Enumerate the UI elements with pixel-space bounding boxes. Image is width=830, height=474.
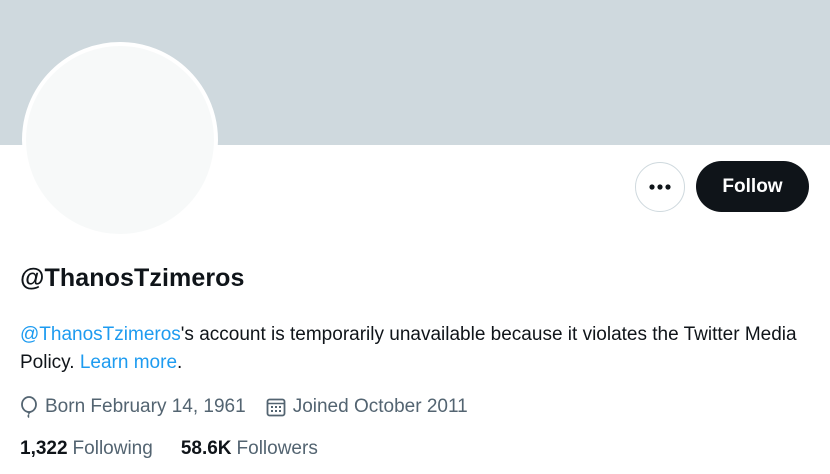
follow-button[interactable]: Follow [696, 161, 809, 212]
following-label: Following [72, 438, 153, 459]
follow-stats: 1,322 Following 58.6K Followers [20, 436, 346, 462]
profile-handle: @ThanosTzimeros [20, 264, 245, 292]
profile-meta: Born February 14, 1961 Joined October 20… [20, 394, 488, 420]
birth-date-item: Born February 14, 1961 [20, 396, 246, 418]
following-count: 1,322 [20, 438, 68, 459]
balloon-icon [21, 396, 37, 418]
handle-mention-link[interactable]: @ThanosTzimeros [20, 324, 181, 345]
profile-page: Follow @ThanosTzimeros @ThanosTzimeros's… [0, 0, 830, 474]
followers-count: 58.6K [180, 438, 232, 459]
followers-link[interactable]: 58.6K Followers [181, 438, 318, 460]
following-link[interactable]: 1,322 Following [20, 438, 153, 460]
birth-date: Born February 14, 1961 [45, 396, 246, 417]
learn-more-link[interactable]: Learn more [80, 352, 177, 373]
avatar[interactable] [22, 42, 218, 238]
join-date-item: Joined October 2011 [266, 396, 468, 418]
more-horizontal-icon [649, 184, 671, 190]
account-unavailable-notice: @ThanosTzimeros's account is temporarily… [20, 321, 810, 377]
notice-end: . [177, 352, 183, 373]
more-options-button[interactable] [635, 162, 685, 212]
calendar-icon [266, 398, 286, 417]
join-date: Joined October 2011 [292, 396, 468, 417]
followers-label: Followers [236, 438, 318, 459]
